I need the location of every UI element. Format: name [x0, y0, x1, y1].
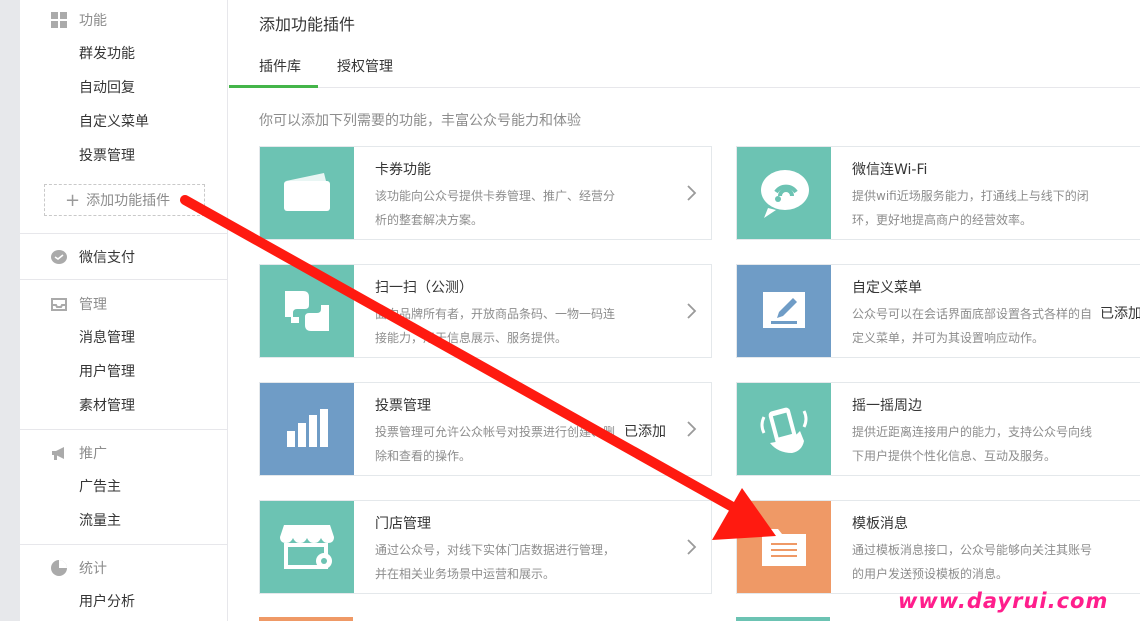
card-description: 提供近距离连接用户的能力，支持公众号向线下用户提供个性化信息、互动及服务。 [852, 425, 1093, 463]
document-icon [737, 501, 831, 593]
chevron-right-icon [687, 303, 697, 319]
tab-authorization-manage[interactable]: 授权管理 [337, 56, 393, 76]
divider [20, 279, 228, 280]
divider [20, 233, 228, 234]
nav-item-message-manage[interactable]: 消息管理 [79, 328, 135, 348]
nav-section-features[interactable]: 功能 [50, 10, 107, 30]
card-description: 该功能向公众号提供卡券管理、推广、经营分析的整套解决方案。 [375, 189, 616, 227]
card-description: 面向品牌所有者，开放商品条码、一物一码连接能力，用于信息展示、服务提供。 [375, 307, 616, 345]
card-title: 投票管理 [375, 398, 431, 414]
plus-icon: + [65, 189, 81, 211]
intro-text: 你可以添加下列需要的功能，丰富公众号能力和体验 [259, 113, 581, 129]
tab-bar: 插件库 授权管理 [229, 46, 1140, 88]
nav-section-statistics[interactable]: 统计 [50, 558, 107, 578]
card-title: 摇一摇周边 [852, 398, 922, 414]
add-plugin-button[interactable]: + 添加功能插件 [44, 184, 205, 216]
card-description: 通过模板消息接口，公众号能够向关注其账号的用户发送预设模板的消息。 [852, 543, 1093, 581]
nav-item-material-manage[interactable]: 素材管理 [79, 396, 135, 416]
card-title: 自定义菜单 [852, 280, 922, 296]
card-title: 扫一扫（公测） [375, 280, 473, 296]
card-title: 模板消息 [852, 516, 908, 532]
plugin-card-shake[interactable]: 摇一摇周边 提供近距离连接用户的能力，支持公众号向线下用户提供个性化信息、互动及… [736, 382, 1140, 476]
nav-section-manage[interactable]: 管理 [50, 294, 107, 314]
left-gutter [0, 0, 20, 621]
chevron-right-icon [687, 539, 697, 555]
pie-chart-icon [50, 559, 68, 577]
wallet-icon [50, 248, 68, 266]
added-status: 已添加 [624, 424, 666, 440]
next-card-thumb-partial [736, 617, 830, 621]
card-title: 门店管理 [375, 516, 431, 532]
plugin-card-template-message[interactable]: 模板消息 通过模板消息接口，公众号能够向关注其账号的用户发送预设模板的消息。 [736, 500, 1140, 594]
wifi-icon [737, 147, 831, 239]
nav-item-mass-send[interactable]: 群发功能 [79, 44, 135, 64]
watermark: www.dayrui.com [898, 589, 1109, 613]
shake-phone-icon [737, 383, 831, 475]
add-plugin-label: 添加功能插件 [86, 193, 171, 209]
nav-section-label: 微信支付 [79, 250, 135, 266]
inbox-icon [50, 295, 68, 313]
chevron-right-icon [687, 421, 697, 437]
store-icon [260, 501, 354, 593]
plugin-card-wifi[interactable]: 微信连Wi-Fi 提供wifi近场服务能力，打通线上与线下的闭环，更好地提高商户… [736, 146, 1140, 240]
sidebar: 功能 群发功能 自动回复 自定义菜单 投票管理 + 添加功能插件 微信支付 管理… [20, 0, 228, 621]
nav-item-user-manage[interactable]: 用户管理 [79, 362, 135, 382]
nav-section-label: 推广 [79, 446, 107, 462]
nav-item-auto-reply[interactable]: 自动回复 [79, 78, 135, 98]
nav-section-promotion[interactable]: 推广 [50, 443, 107, 463]
nav-section-wechat-pay[interactable]: 微信支付 [50, 247, 135, 267]
divider [20, 429, 228, 430]
nav-item-custom-menu[interactable]: 自定义菜单 [79, 112, 149, 132]
card-description: 通过公众号，对线下实体门店数据进行管理，并在相关业务场景中运营和展示。 [375, 543, 616, 581]
nav-section-label: 管理 [79, 297, 107, 313]
main-panel: 添加功能插件 插件库 授权管理 你可以添加下列需要的功能，丰富公众号能力和体验 … [229, 0, 1140, 621]
nav-section-label: 统计 [79, 561, 107, 577]
scan-icon [260, 265, 354, 357]
plugin-card-coupon[interactable]: 卡券功能 该功能向公众号提供卡券管理、推广、经营分析的整套解决方案。 [259, 146, 712, 240]
bar-chart-icon [260, 383, 354, 475]
plugin-card-scan[interactable]: 扫一扫（公测） 面向品牌所有者，开放商品条码、一物一码连接能力，用于信息展示、服… [259, 264, 712, 358]
card-title: 卡券功能 [375, 162, 431, 178]
active-tab-indicator [229, 85, 318, 88]
nav-item-vote-manage[interactable]: 投票管理 [79, 146, 135, 166]
card-description: 公众号可以在会话界面底部设置各式各样的自定义菜单，并可为其设置响应动作。 [852, 307, 1093, 345]
nav-item-advertiser[interactable]: 广告主 [79, 477, 121, 497]
plugin-card-store[interactable]: 门店管理 通过公众号，对线下实体门店数据进行管理，并在相关业务场景中运营和展示。 [259, 500, 712, 594]
page-title: 添加功能插件 [259, 15, 356, 34]
card-description: 提供wifi近场服务能力，打通线上与线下的闭环，更好地提高商户的经营效率。 [852, 189, 1089, 227]
added-status: 已添加 [1100, 306, 1140, 322]
megaphone-icon [50, 444, 68, 462]
grid-icon [50, 11, 68, 29]
card-title: 微信连Wi-Fi [852, 162, 928, 178]
tab-plugin-library[interactable]: 插件库 [259, 56, 301, 76]
chevron-right-icon [687, 185, 697, 201]
divider [20, 544, 228, 545]
card-description: 投票管理可允许公众帐号对投票进行创建、删除和查看的操作。 [375, 425, 616, 463]
nav-item-user-analysis[interactable]: 用户分析 [79, 592, 135, 612]
nav-section-label: 功能 [79, 13, 107, 29]
card-icon [260, 147, 354, 239]
nav-item-publisher[interactable]: 流量主 [79, 511, 121, 531]
edit-icon [737, 265, 831, 357]
next-card-thumb-partial [259, 617, 353, 621]
plugin-card-vote[interactable]: 投票管理 投票管理可允许公众帐号对投票进行创建、删除和查看的操作。 已添加 [259, 382, 712, 476]
plugin-card-custom-menu[interactable]: 自定义菜单 公众号可以在会话界面底部设置各式各样的自定义菜单，并可为其设置响应动… [736, 264, 1140, 358]
